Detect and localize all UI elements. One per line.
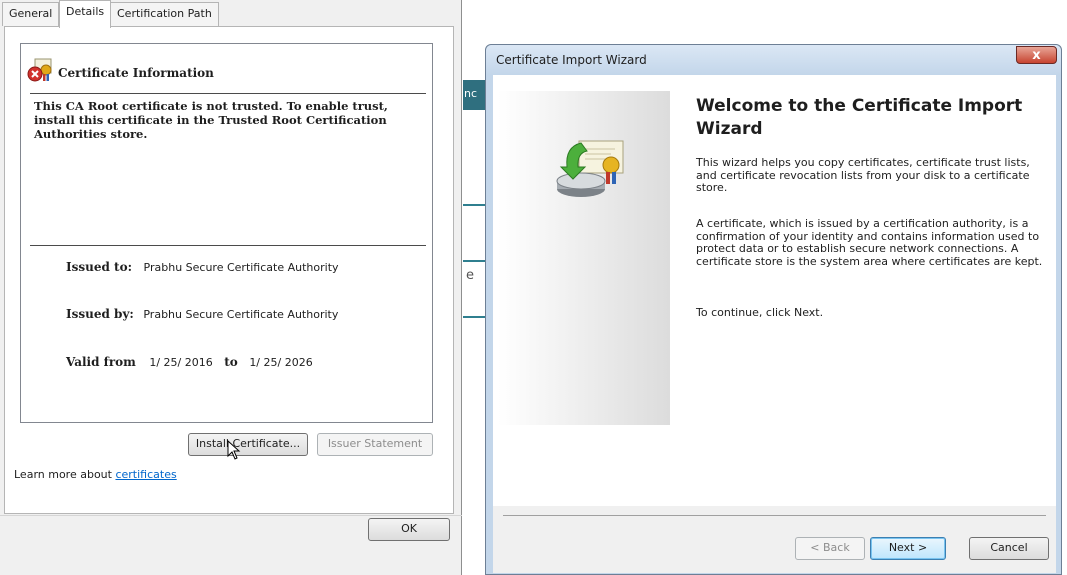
- close-icon: x: [1032, 48, 1041, 63]
- next-button[interactable]: Next >: [870, 537, 946, 560]
- issued-to-value: Prabhu Secure Certificate Authority: [143, 261, 339, 274]
- divider: [503, 515, 1046, 516]
- wizard-paragraph-continue: To continue, click Next.: [696, 306, 824, 319]
- cancel-button[interactable]: Cancel: [969, 537, 1049, 560]
- issued-to-label: Issued to:: [66, 260, 133, 274]
- certificate-import-wizard-window: Certificate Import Wizard x Welcome to t…: [485, 44, 1062, 575]
- issuer-statement-button[interactable]: Issuer Statement: [317, 433, 433, 456]
- issued-to-row: Issued to: Prabhu Secure Certificate Aut…: [66, 260, 339, 274]
- wizard-content-area: Welcome to the Certificate Import Wizard…: [493, 75, 1056, 506]
- divider: [30, 245, 426, 246]
- learn-more-prefix: Learn more about: [14, 468, 116, 481]
- close-button[interactable]: x: [1016, 46, 1057, 64]
- tab-certification-path[interactable]: Certification Path: [110, 2, 219, 26]
- wizard-paragraph-certificate: A certificate, which is issued by a cert…: [696, 217, 1043, 268]
- certificate-info-title: Certificate Information: [58, 66, 214, 80]
- background-text-fragment: e: [466, 268, 474, 283]
- tab-general[interactable]: General: [2, 2, 60, 26]
- certificates-link[interactable]: certificates: [115, 468, 176, 481]
- wizard-title: Certificate Import Wizard: [496, 53, 647, 67]
- trust-warning-text: This CA Root certificate is not trusted.…: [34, 99, 388, 141]
- issued-by-label: Issued by:: [66, 307, 134, 321]
- install-certificate-button[interactable]: Install Certificate...: [188, 433, 308, 456]
- certificate-import-icon: [551, 137, 631, 207]
- issued-by-value: Prabhu Secure Certificate Authority: [143, 308, 339, 321]
- issued-by-row: Issued by: Prabhu Secure Certificate Aut…: [66, 307, 338, 321]
- wizard-paragraph-intro: This wizard helps you copy certificates,…: [696, 156, 1030, 194]
- background-lines: [463, 150, 485, 370]
- valid-to-label: to: [224, 355, 238, 369]
- validity-row: Valid from 1/ 25/ 2016 to 1/ 25/ 2026: [66, 355, 313, 369]
- background-text-fragment: nc: [464, 87, 478, 100]
- certificate-dialog: General Details Certification Path Certi…: [0, 0, 462, 575]
- valid-from-label: Valid from: [66, 355, 136, 369]
- mouse-pointer-icon: [227, 439, 241, 463]
- tab-details[interactable]: Details: [59, 0, 112, 28]
- certificate-error-icon: [27, 57, 53, 83]
- wizard-titlebar[interactable]: Certificate Import Wizard x: [486, 45, 1061, 75]
- learn-more-text: Learn more about certificates: [14, 468, 177, 481]
- ok-button[interactable]: OK: [368, 518, 450, 541]
- divider: [30, 93, 426, 94]
- wizard-heading: Welcome to the Certificate Import Wizard: [696, 96, 1023, 139]
- wizard-body: Welcome to the Certificate Import Wizard…: [493, 75, 1056, 573]
- back-button[interactable]: < Back: [795, 537, 865, 560]
- divider: [0, 515, 462, 516]
- valid-from-value: 1/ 25/ 2016: [149, 356, 213, 369]
- valid-to-value: 1/ 25/ 2026: [249, 356, 313, 369]
